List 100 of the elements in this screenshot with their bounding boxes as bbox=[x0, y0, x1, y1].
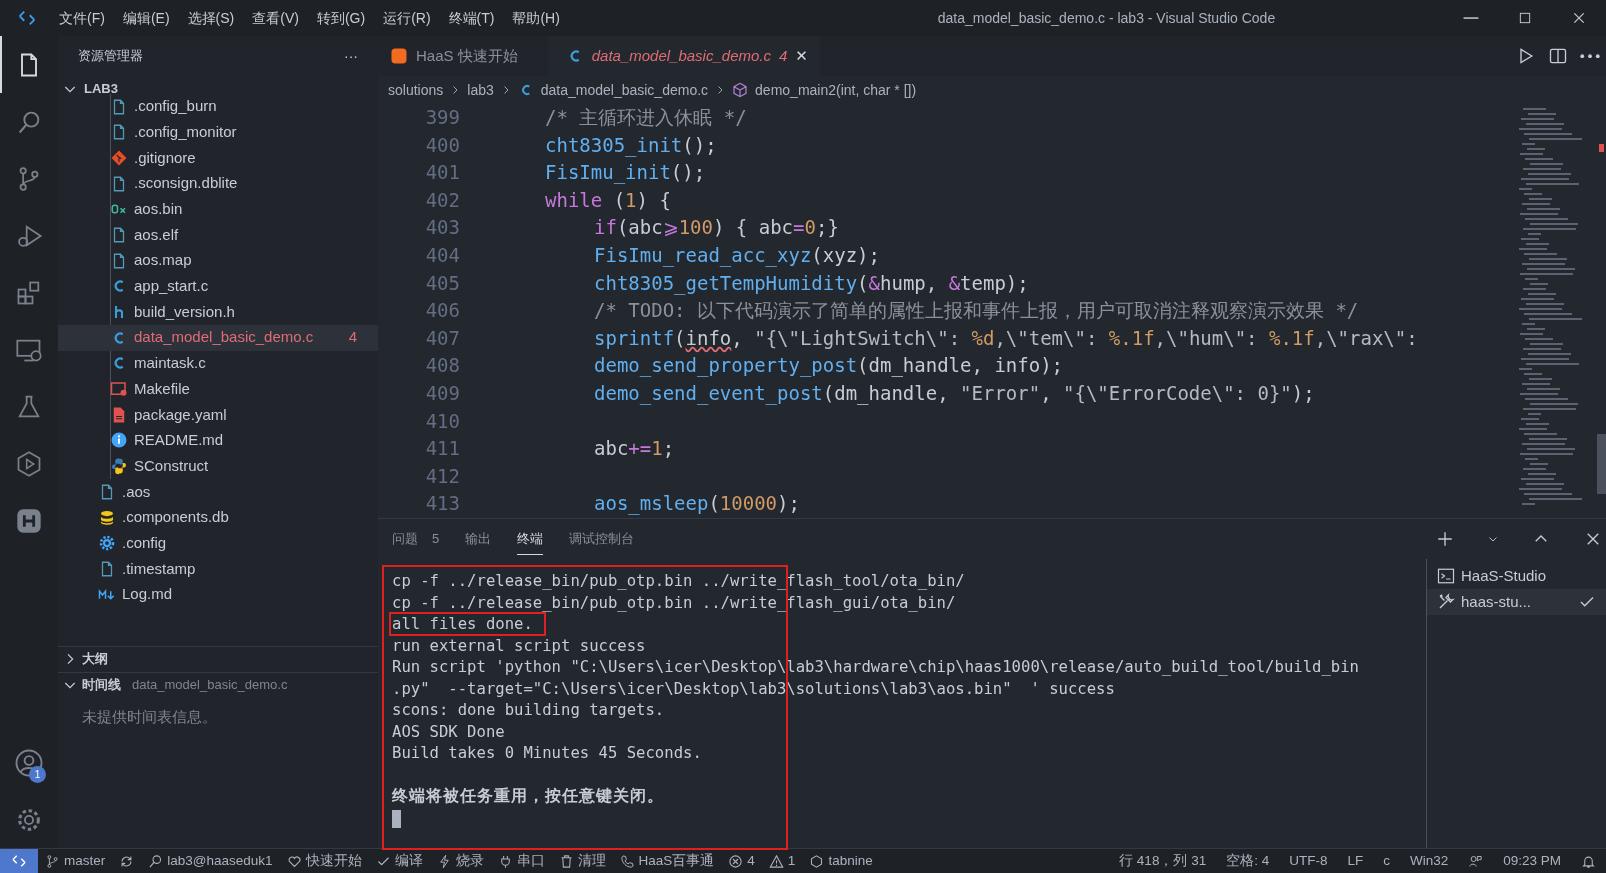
database-icon bbox=[98, 508, 116, 527]
diamond-icon bbox=[110, 148, 128, 167]
python-icon bbox=[110, 457, 128, 476]
file-item[interactable]: data_model_basic_demo.c 4 bbox=[58, 324, 378, 351]
line-number: 408 bbox=[424, 353, 460, 379]
code-line: while (1) { bbox=[544, 187, 672, 213]
problem-count: 4 bbox=[779, 45, 788, 66]
close-icon[interactable]: ✕ bbox=[795, 44, 808, 68]
breadcrumb-item[interactable]: demo_main2(int, char * []) bbox=[732, 79, 917, 101]
error-icon bbox=[728, 853, 744, 869]
file-item[interactable]: Log.md bbox=[58, 581, 378, 608]
status-item[interactable]: 编译 bbox=[368, 848, 430, 873]
panel-tab[interactable]: 调试控制台 bbox=[569, 523, 635, 555]
code-line: abc+=1; bbox=[593, 436, 676, 462]
file-item[interactable]: .config bbox=[58, 530, 378, 557]
breadcrumb-item[interactable]: solutions bbox=[388, 79, 444, 101]
h-logo-icon bbox=[15, 506, 43, 535]
menu-item[interactable]: 查看(V) bbox=[243, 7, 308, 29]
panel-tab[interactable]: 终端 bbox=[517, 522, 544, 556]
terminal-item[interactable]: haas-stu... bbox=[1427, 589, 1606, 615]
status-item[interactable]: tabnine bbox=[802, 848, 880, 873]
file-item[interactable]: SConstruct bbox=[58, 453, 378, 479]
line-number: 403 bbox=[424, 215, 460, 241]
status-item[interactable]: HaaS百事通 bbox=[612, 848, 722, 873]
split-editor-icon bbox=[1548, 46, 1568, 66]
file-item[interactable]: aos.map bbox=[58, 247, 378, 274]
status-item[interactable]: 清理 bbox=[551, 848, 613, 873]
account-button[interactable]: 1 bbox=[0, 734, 58, 791]
status-item[interactable]: 空格: 4 bbox=[1216, 848, 1280, 873]
code-line: if(abc⩾100) { abc=0;} bbox=[593, 215, 840, 241]
terminal-item[interactable]: HaaS-Studio bbox=[1427, 563, 1606, 589]
file-item[interactable]: build_version.h bbox=[58, 299, 378, 325]
notification-badge: 1 bbox=[29, 766, 46, 783]
menu-item[interactable]: 编辑(E) bbox=[113, 7, 179, 29]
file-item[interactable]: maintask.c bbox=[58, 350, 378, 377]
terminal-line: AOS SDK Done bbox=[392, 722, 505, 741]
menu-item[interactable]: 转到(G) bbox=[307, 7, 375, 29]
line-number: 399 bbox=[424, 105, 460, 130]
line-number: 411 bbox=[424, 436, 460, 462]
status-item[interactable]: master bbox=[38, 848, 113, 873]
file-item[interactable]: aos.elf bbox=[58, 222, 378, 248]
hexagon-play-icon bbox=[15, 449, 43, 478]
cube-icon bbox=[732, 82, 749, 98]
phone-icon bbox=[619, 853, 635, 869]
status-item[interactable]: UTF-8 bbox=[1279, 848, 1338, 873]
line-number: 405 bbox=[424, 270, 460, 296]
breadcrumb-item[interactable]: data_model_basic_demo.c bbox=[517, 79, 709, 101]
code-line: demo_send_property_post(dm_handle, info); bbox=[593, 353, 1064, 379]
file-item[interactable]: .aos bbox=[58, 479, 378, 505]
feedback-icon bbox=[1468, 853, 1484, 869]
file-item[interactable]: README.md bbox=[58, 427, 378, 454]
more-button[interactable]: ··· bbox=[344, 45, 358, 67]
status-item[interactable]: 4 bbox=[721, 848, 762, 873]
branch-icon bbox=[45, 853, 60, 869]
file-item[interactable]: package.yaml bbox=[58, 401, 378, 428]
file-item[interactable]: .config_burn bbox=[58, 93, 378, 120]
file-item[interactable]: .components.db bbox=[58, 504, 378, 531]
line-number: 409 bbox=[424, 380, 460, 406]
menu-item[interactable]: 终端(T) bbox=[439, 7, 504, 29]
file-item[interactable]: .sconsign.dblite bbox=[58, 170, 378, 197]
status-item[interactable]: 1 bbox=[761, 848, 803, 873]
remote-button[interactable] bbox=[0, 848, 38, 873]
terminal-line: scons: done building targets. bbox=[392, 701, 665, 719]
section-header[interactable]: 大纲 bbox=[58, 645, 378, 672]
menu-item[interactable]: 帮助(H) bbox=[503, 7, 569, 29]
breadcrumb-item[interactable]: lab3 bbox=[467, 79, 494, 101]
status-item[interactable]: LF bbox=[1337, 848, 1374, 873]
account-icon bbox=[14, 747, 44, 778]
file-item[interactable]: aos.bin bbox=[58, 196, 378, 223]
status-item[interactable]: 行 418，列 31 bbox=[1109, 848, 1217, 873]
makefile-icon bbox=[110, 380, 128, 399]
file-item[interactable]: .gitignore bbox=[58, 145, 378, 171]
status-item[interactable]: Win32 bbox=[1399, 848, 1459, 873]
file-item[interactable]: .config_monitor bbox=[58, 119, 378, 146]
menu-item[interactable]: 运行(R) bbox=[374, 7, 440, 29]
section-detail: data_model_basic_demo.c bbox=[132, 676, 288, 695]
status-item[interactable]: 串口 bbox=[490, 848, 552, 873]
status-item[interactable]: 09:23 PM bbox=[1493, 848, 1571, 873]
warning-icon bbox=[768, 853, 784, 869]
status-item[interactable]: lab3@haaseduk1 bbox=[141, 848, 280, 873]
close-icon bbox=[1571, 10, 1587, 26]
menu-item[interactable]: 文件(F) bbox=[50, 7, 114, 29]
code-line: cht8305_getTempHumidity(&hump, &temp); bbox=[593, 270, 1030, 297]
panel-tab[interactable]: 问题 5 bbox=[392, 523, 440, 555]
section-header[interactable]: 时间线 data_model_basic_demo.c bbox=[58, 671, 378, 698]
terminal-line: run external script success bbox=[392, 636, 646, 655]
line-number: 412 bbox=[424, 463, 460, 489]
panel-tab[interactable]: 输出 bbox=[465, 523, 492, 555]
menu-item[interactable]: 选择(S) bbox=[178, 7, 244, 29]
file-item[interactable]: .timestamp bbox=[58, 556, 378, 582]
terminal-line: 终端将被任务重用，按任意键关闭。 bbox=[392, 787, 664, 805]
logo-icon bbox=[390, 47, 408, 65]
tools-icon bbox=[1437, 593, 1455, 611]
line-number: 404 bbox=[424, 242, 460, 268]
gear-icon bbox=[98, 534, 116, 553]
file-item[interactable]: Makefile bbox=[58, 376, 378, 402]
status-item[interactable]: c bbox=[1373, 848, 1400, 873]
status-item[interactable]: 快速开始 bbox=[279, 848, 369, 873]
file-item[interactable]: app_start.c bbox=[58, 273, 378, 300]
status-item[interactable]: 烧录 bbox=[429, 848, 491, 873]
